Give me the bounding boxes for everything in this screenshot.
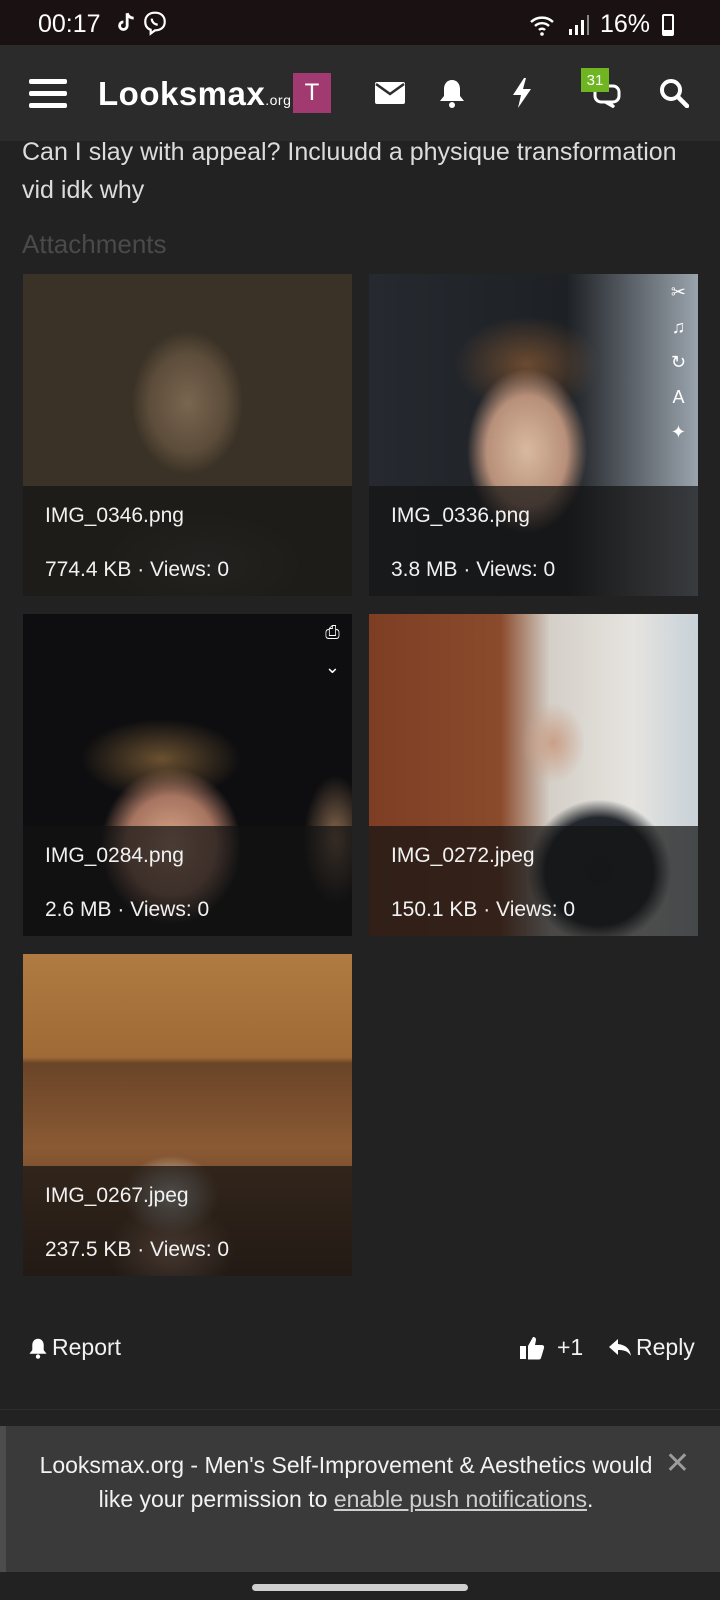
reply-button[interactable]: Reply (608, 1334, 695, 1361)
tiktok-icon (118, 12, 134, 31)
ai-icon[interactable]: A (672, 387, 684, 408)
post-content: Can I slay with appeal? Incluudd a physi… (0, 141, 720, 1400)
menu-icon[interactable] (28, 73, 68, 113)
magic-wand-icon[interactable]: ✦ (671, 422, 686, 443)
wifi-icon (530, 15, 554, 36)
camera-tools: ⎙ ⌄ (325, 622, 340, 678)
lightning-icon[interactable] (502, 73, 542, 113)
status-time: 00:17 (38, 10, 101, 38)
battery-icon (662, 13, 674, 36)
status-bar: 00:17 16% (0, 0, 720, 45)
close-icon[interactable]: ✕ (665, 1446, 690, 1481)
music-icon[interactable]: ♫ (672, 317, 686, 338)
signal-icon (568, 14, 589, 35)
attachment-meta: 237.5 KB · Views: 0 (45, 1238, 230, 1261)
attachment-filename: IMG_0267.jpeg (45, 1184, 189, 1207)
search-icon[interactable] (654, 73, 694, 113)
scissors-icon[interactable]: ✂ (671, 282, 686, 303)
editor-tools: ✂ ♫ ↻ A ✦ (671, 282, 686, 443)
post-body-text: Can I slay with appeal? Incluudd a physi… (22, 141, 677, 204)
envelope-icon[interactable] (370, 73, 410, 113)
notification-message: Looksmax.org - Men's Self-Improvement & … (36, 1448, 656, 1516)
notification-text-end: . (587, 1486, 594, 1512)
status-right: 16% (528, 10, 674, 39)
report-label: Report (52, 1334, 122, 1360)
chevron-down-icon[interactable]: ⌄ (325, 657, 340, 678)
top-navbar: Looksmax.org (0, 45, 720, 141)
like-button[interactable]: +1 (519, 1334, 583, 1361)
site-logo[interactable]: Looksmax.org (98, 75, 291, 113)
user-avatar[interactable]: T (293, 73, 331, 113)
viber-icon (144, 11, 166, 36)
attachment-tile[interactable]: ✂ ♫ ↻ A ✦ IMG_0336.png 3.8 MB · Views: 0 (369, 274, 698, 596)
attachment-meta: 3.8 MB · Views: 0 (391, 558, 556, 581)
attachment-tile[interactable]: ⎙ ⌄ IMG_0284.png 2.6 MB · Views: 0 (23, 614, 352, 936)
enable-notifications-link[interactable]: enable push notifications (334, 1486, 587, 1512)
site-logo-text: Looksmax (98, 75, 266, 112)
post-actions: Report +1 Reply (0, 1320, 720, 1380)
conversation-badge: 31 (581, 68, 609, 92)
site-logo-suffix: .org (265, 92, 292, 108)
attachment-meta: 774.4 KB · Views: 0 (45, 558, 230, 581)
attachment-tile[interactable]: IMG_0272.jpeg 150.1 KB · Views: 0 (369, 614, 698, 936)
reply-label: Reply (636, 1334, 695, 1360)
bell-icon (29, 1338, 47, 1359)
push-notification-banner: Looksmax.org - Men's Self-Improvement & … (0, 1426, 720, 1572)
thumbs-up-icon (520, 1336, 545, 1359)
attachments-heading: Attachments (22, 229, 167, 259)
section-divider (0, 1409, 720, 1410)
attachment-meta: 2.6 MB · Views: 0 (45, 898, 210, 921)
battery-percent: 16% (599, 10, 650, 38)
attachment-filename: IMG_0346.png (45, 504, 184, 527)
attachment-tile[interactable]: IMG_0267.jpeg 237.5 KB · Views: 0 (23, 954, 352, 1276)
report-button[interactable]: Report (28, 1334, 121, 1361)
attachment-filename: IMG_0336.png (391, 504, 530, 527)
home-indicator[interactable] (252, 1584, 468, 1591)
attachment-meta: 150.1 KB · Views: 0 (391, 898, 576, 921)
attachment-tile[interactable]: IMG_0346.png 774.4 KB · Views: 0 (23, 274, 352, 596)
bell-icon[interactable] (432, 73, 472, 113)
attachment-filename: IMG_0272.jpeg (391, 844, 535, 867)
camera-icon[interactable]: ⎙ (325, 622, 339, 643)
reply-arrow-icon (609, 1338, 631, 1356)
attachment-filename: IMG_0284.png (45, 844, 184, 867)
like-count: +1 (557, 1334, 584, 1360)
refresh-icon[interactable]: ↻ (671, 352, 686, 373)
